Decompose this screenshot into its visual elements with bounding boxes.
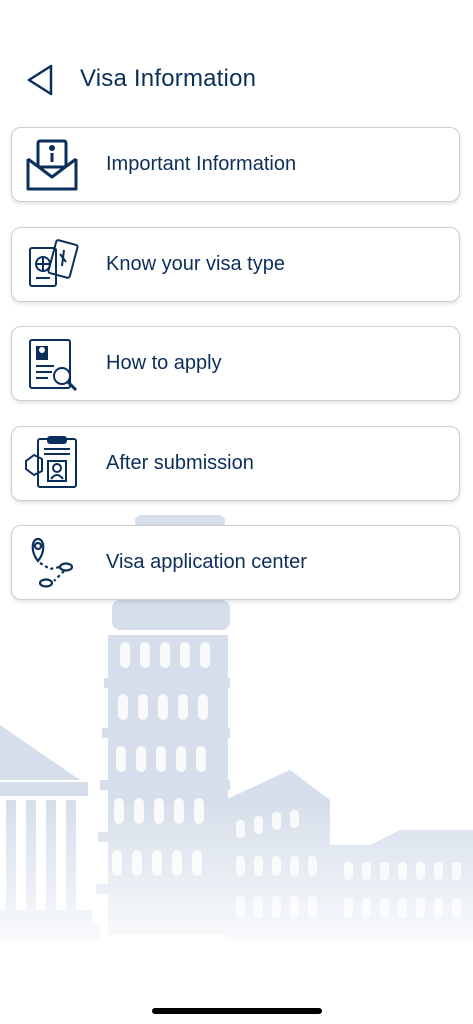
menu-item-how-to-apply[interactable]: How to apply [11, 326, 460, 401]
visa-info-menu: Important Information Know your visa typ… [11, 127, 462, 625]
document-search-icon [22, 334, 82, 394]
passport-icon [22, 234, 82, 294]
menu-item-label: How to apply [106, 352, 222, 374]
menu-item-label: Important Information [106, 153, 297, 175]
location-route-icon [22, 533, 82, 593]
clipboard-id-icon [22, 433, 82, 493]
chevron-left-icon [27, 64, 53, 96]
envelope-info-icon [22, 135, 82, 195]
page-title: Visa Information [80, 65, 257, 92]
menu-item-important-information[interactable]: Important Information [11, 127, 460, 202]
menu-item-visa-application-center[interactable]: Visa application center [11, 525, 460, 600]
menu-item-label: Know your visa type [106, 252, 285, 275]
home-indicator[interactable] [152, 1008, 322, 1014]
menu-item-label: Visa application center [106, 551, 307, 573]
menu-item-know-your-visa-type[interactable]: Know your visa type [11, 226, 460, 302]
menu-item-label: After submission [106, 451, 254, 474]
header: Visa Information [0, 52, 473, 108]
back-button[interactable] [22, 62, 58, 98]
menu-item-after-submission[interactable]: After submission [11, 425, 460, 501]
